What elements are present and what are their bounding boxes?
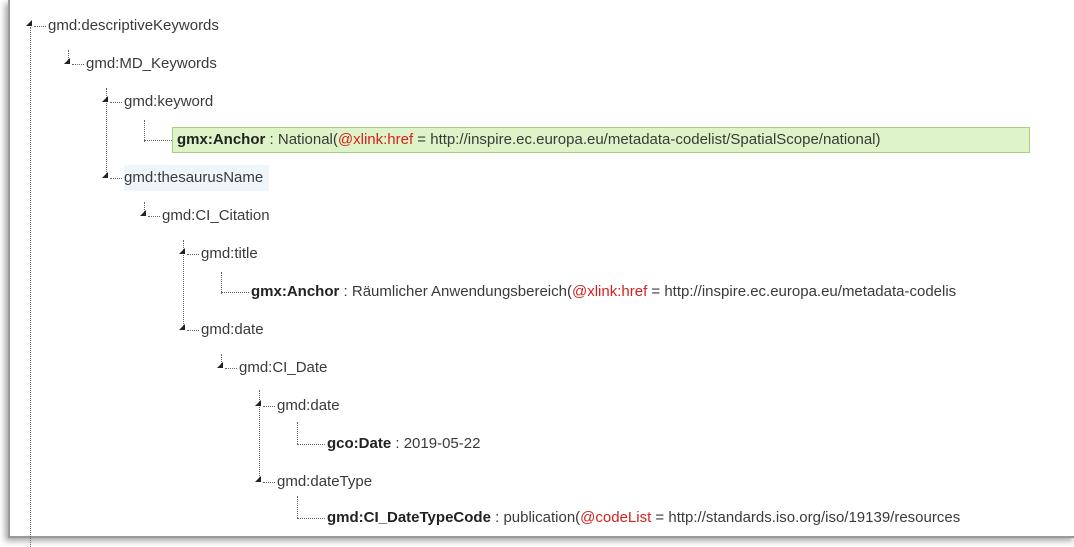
node-value: 2019-05-22 bbox=[403, 435, 481, 452]
tree-node-thesaurus-name[interactable]: gmd:thesaurusName bbox=[124, 165, 270, 191]
tree-node-anchor-national[interactable]: gmx:Anchor : National( @xlink:href = htt… bbox=[172, 127, 1030, 153]
node-value: National( bbox=[277, 131, 338, 148]
expand-toggle-icon[interactable] bbox=[102, 172, 108, 178]
node-tag: gmx:Anchor bbox=[177, 131, 266, 148]
tree-node-md-keywords[interactable]: gmd:MD_Keywords bbox=[86, 51, 217, 77]
tree-node-keyword[interactable]: gmd:keyword bbox=[124, 89, 213, 115]
xml-tree: gmd:descriptiveKeywords gmd:MD_Keywords … bbox=[10, 0, 1074, 547]
node-attr: @xlink:href bbox=[571, 283, 648, 300]
expand-toggle-icon[interactable] bbox=[140, 210, 146, 216]
node-sep: : bbox=[265, 131, 278, 148]
node-label: gmd:CI_Date bbox=[239, 359, 328, 376]
expand-toggle-icon[interactable] bbox=[217, 362, 223, 368]
node-label: gmd:MD_Keywords bbox=[86, 55, 217, 72]
node-tag: gmd:CI_DateTypeCode bbox=[327, 509, 491, 526]
expand-toggle-icon[interactable] bbox=[102, 96, 108, 102]
tree-node-date[interactable]: gmd:date bbox=[201, 317, 264, 343]
node-label: gmd:keyword bbox=[124, 93, 214, 110]
node-tag: gmx:Anchor bbox=[251, 283, 340, 300]
node-sep: : bbox=[391, 435, 404, 452]
xml-tree-panel: gmd:descriptiveKeywords gmd:MD_Keywords … bbox=[8, 0, 1074, 547]
tree-node-date-type-code[interactable]: gmd:CI_DateTypeCode : publication( @code… bbox=[327, 505, 960, 531]
node-sep: : bbox=[490, 509, 504, 526]
node-label: gmd:title bbox=[201, 245, 258, 262]
expand-toggle-icon[interactable] bbox=[26, 20, 32, 26]
tree-node-ci-citation[interactable]: gmd:CI_Citation bbox=[162, 203, 270, 229]
tree-node-date-inner[interactable]: gmd:date bbox=[277, 393, 340, 419]
tree-node-gco-date[interactable]: gco:Date : 2019-05-22 bbox=[327, 431, 480, 457]
expand-toggle-icon[interactable] bbox=[179, 324, 185, 330]
node-label: gmd:date bbox=[201, 321, 264, 338]
tree-node-anchor-raeumlich[interactable]: gmx:Anchor : Räumlicher Anwendungsbereic… bbox=[251, 279, 956, 305]
node-attr-value: = http://inspire.ec.europa.eu/metadata-c… bbox=[647, 283, 957, 300]
node-label: gmd:CI_Citation bbox=[162, 207, 270, 224]
expand-toggle-icon[interactable] bbox=[255, 400, 261, 406]
node-attr: @xlink:href bbox=[337, 131, 414, 148]
expand-toggle-icon[interactable] bbox=[64, 58, 70, 64]
node-tag: gco:Date bbox=[327, 435, 392, 452]
node-attr-value: = http://inspire.ec.europa.eu/metadata-c… bbox=[413, 131, 881, 148]
tree-node-ci-date[interactable]: gmd:CI_Date bbox=[239, 355, 327, 381]
node-value: publication( bbox=[503, 509, 581, 526]
node-label: gmd:dateType bbox=[277, 473, 373, 490]
tree-node-date-type[interactable]: gmd:dateType bbox=[277, 469, 372, 495]
node-sep: : bbox=[339, 283, 352, 300]
expand-toggle-icon[interactable] bbox=[255, 476, 261, 482]
tree-node-title[interactable]: gmd:title bbox=[201, 241, 258, 267]
node-attr: @codeList bbox=[580, 509, 652, 526]
node-value: Räumlicher Anwendungsbereich( bbox=[351, 283, 572, 300]
node-label: gmd:descriptiveKeywords bbox=[48, 17, 219, 34]
tree-node-descriptive-keywords[interactable]: gmd:descriptiveKeywords bbox=[48, 13, 219, 39]
node-label: gmd:date bbox=[277, 397, 340, 414]
node-attr-value: = http://standards.iso.org/iso/19139/res… bbox=[651, 509, 961, 526]
node-label: gmd:thesaurusName bbox=[124, 169, 264, 186]
expand-toggle-icon[interactable] bbox=[179, 248, 185, 254]
